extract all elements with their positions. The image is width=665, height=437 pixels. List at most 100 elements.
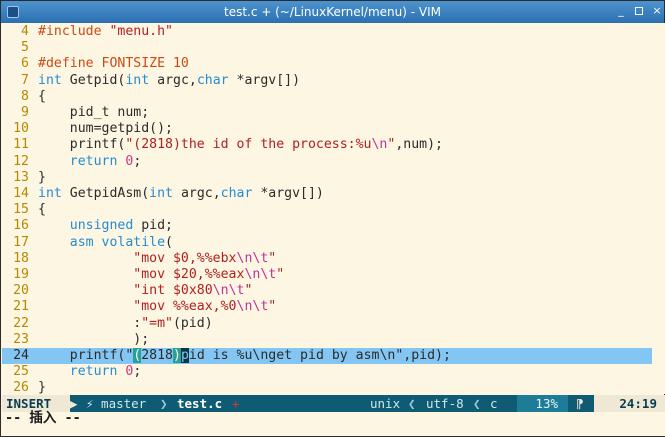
code-token: "mov $0,%%ebx <box>133 250 237 266</box>
code-line[interactable]: 17 asm volatile( <box>2 235 652 251</box>
code-text: "int $0x80\n\t" <box>38 283 252 299</box>
title-bar[interactable]: test.c + (~/LinuxKernel/menu) - VIM _ × <box>1 1 664 23</box>
code-text: printf("(2818)the id of the process:%u\n… <box>38 137 443 153</box>
code-text: num=getpid(); <box>38 121 173 137</box>
code-token: return <box>69 364 118 380</box>
code-text: asm volatile( <box>38 235 173 251</box>
code-text: int Getpid(int argc,char *argv[]) <box>38 73 300 89</box>
code-token: id is %u\nget pid by asm\n",pid); <box>188 348 451 363</box>
line-number: 25 <box>13 364 29 380</box>
code-line[interactable]: 6 #define FONTSIZE 10 <box>2 56 652 72</box>
code-line[interactable]: 18 "mov $0,%%ebx\n\t" <box>2 251 652 267</box>
code-line[interactable]: 13} <box>2 170 652 186</box>
code-token: unsigned <box>69 218 134 234</box>
code-token: " <box>268 250 277 266</box>
code-line[interactable]: 5 <box>2 40 652 56</box>
code-text: "mov $20,%%eax\n\t" <box>38 267 284 283</box>
code-token: #define FONTSIZE 10 <box>38 56 189 72</box>
code-text: return 0; <box>38 153 142 170</box>
line-number: 20 <box>13 283 29 299</box>
code-token: "menu.h" <box>109 24 173 39</box>
code-token: { <box>38 88 46 104</box>
line-number: 6 <box>21 56 29 72</box>
line-number: 13 <box>13 169 29 185</box>
separator-chevron-left-icon: ❮ <box>408 396 416 411</box>
code-token: pid_t num; <box>38 105 150 120</box>
code-token: int <box>149 186 173 201</box>
cursor-position: 24:19 <box>594 395 665 412</box>
code-token: ); <box>38 331 150 347</box>
code-token: "mov %%eax,%0 <box>133 299 237 315</box>
code-text: printf("(2818)pid is %u\nget pid by asm\… <box>38 348 451 364</box>
code-token: char <box>220 186 253 201</box>
code-line[interactable]: 23 ); <box>2 332 652 348</box>
line-number: 9 <box>21 105 29 120</box>
code-token: argc, <box>149 72 197 88</box>
code-token: Getpid( <box>61 72 126 88</box>
code-token: *argv[]) <box>228 72 301 88</box>
code-token: int <box>38 72 62 88</box>
line-number: 18 <box>13 250 29 266</box>
code-token: return <box>69 153 118 169</box>
code-text: } <box>38 170 46 186</box>
code-line[interactable]: 16 unsigned pid; <box>2 218 652 234</box>
code-line[interactable]: 12 return 0; <box>2 154 652 170</box>
text-cursor: p <box>180 348 189 363</box>
code-text: #include "menu.h" <box>38 24 173 40</box>
code-text: #define FONTSIZE 10 <box>38 56 189 72</box>
maximize-icon <box>635 7 643 15</box>
file-type: c <box>490 396 498 411</box>
line-number: 22 <box>13 315 29 331</box>
code-line[interactable]: 20 "int $0x80\n\t" <box>2 283 652 299</box>
code-token: num=getpid(); <box>38 121 173 137</box>
code-line[interactable]: 10 num=getpid(); <box>2 121 652 137</box>
line-number: 11 <box>13 137 29 153</box>
line-number: 8 <box>21 88 29 104</box>
code-line[interactable]: 7 int Getpid(int argc,char *argv[]) <box>2 73 652 89</box>
close-button[interactable]: × <box>650 4 664 18</box>
code-line[interactable]: 22 :"=m"(pid) <box>2 316 652 332</box>
code-token: "mov $20,%%eax <box>133 267 245 282</box>
line-number: 16 <box>13 218 29 234</box>
code-line[interactable]: 15 { <box>2 202 652 218</box>
line-number: 21 <box>13 299 29 315</box>
code-line[interactable]: 21 "mov %%eax,%0\n\t" <box>2 299 652 315</box>
code-text: return 0; <box>38 364 142 380</box>
line-number: 17 <box>13 234 29 250</box>
code-text: :"=m"(pid) <box>38 315 213 332</box>
line-number: 23 <box>13 331 29 347</box>
maximize-button[interactable] <box>632 4 646 18</box>
code-token: (pid) <box>172 315 213 331</box>
code-token: ) <box>173 348 181 363</box>
code-line[interactable]: 4 #include "menu.h" <box>2 24 652 40</box>
code-text: unsigned pid; <box>38 218 173 234</box>
code-text: "mov %%eax,%0\n\t" <box>38 299 276 315</box>
code-line[interactable]: 19 "mov $20,%%eax\n\t" <box>2 267 652 283</box>
code-text: "mov $0,%%ebx\n\t" <box>38 251 276 267</box>
file-name: test.c <box>177 396 223 411</box>
code-line[interactable]: 14 int GetpidAsm(int argc,char *argv[]) <box>2 186 652 202</box>
command-line[interactable]: -- 插入 -- <box>2 411 665 436</box>
line-number: 10 <box>13 121 29 137</box>
editor-text-area[interactable]: 4 #include "menu.h" 5 6 #define FONTSIZE 10 7… <box>2 23 665 395</box>
code-token: } <box>38 169 46 185</box>
code-token: printf(" <box>38 348 134 363</box>
scroll-percent: 13% <box>517 395 568 412</box>
code-token: asm volatile <box>69 234 166 250</box>
code-line[interactable]: 9 pid_t num; <box>2 105 652 121</box>
code-token: GetpidAsm( <box>61 186 150 201</box>
line-number: 19 <box>13 267 29 282</box>
code-text: pid_t num; <box>38 105 149 121</box>
code-line[interactable]: 11 printf("(2818)the id of the process:%… <box>2 137 652 153</box>
code-token: " <box>268 299 277 315</box>
minimize-button[interactable]: _ <box>614 4 628 18</box>
code-line-current[interactable]: 24 printf("(2818)pid is %u\nget pid by a… <box>2 348 652 365</box>
code-text: int GetpidAsm(int argc,char *argv[]) <box>38 186 324 202</box>
code-line[interactable]: 8{ <box>2 89 652 105</box>
separator-chevron-left-icon: ❮ <box>473 396 481 411</box>
code-line[interactable]: 25 return 0; <box>2 364 652 380</box>
